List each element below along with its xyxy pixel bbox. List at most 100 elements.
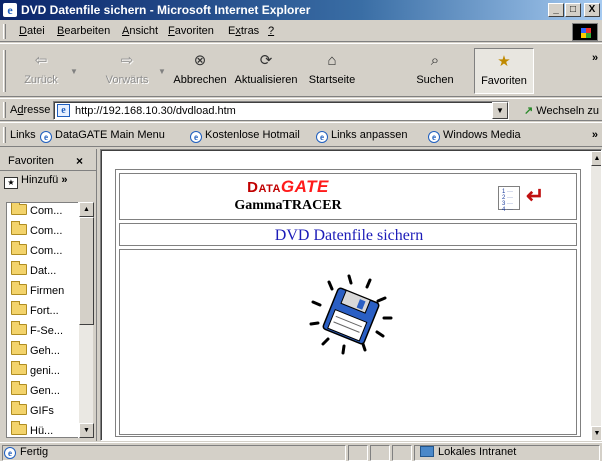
page-header: DataGATE GammaTRACER 1 ··· 2 ··· 3 ··· 4 ··… xyxy=(119,173,577,220)
window-title: DVD Datenfile sichern - Microsoft Intern… xyxy=(21,3,311,17)
datagate-logo: DataGATE xyxy=(247,177,329,196)
add-favorite-icon: ★ xyxy=(4,177,18,189)
search-icon: ⌕ xyxy=(430,52,440,69)
content-scroll-up-icon[interactable]: ▲ xyxy=(591,151,601,166)
ie-icon[interactable]: e xyxy=(3,3,17,17)
menu-bar: Datei Bearbeiten Ansicht Favoriten Extra… xyxy=(0,21,602,42)
favorites-title: Favoriten xyxy=(8,155,54,167)
menu-favoriten[interactable]: Favoriten xyxy=(168,25,214,37)
menu-help[interactable]: ? xyxy=(268,25,274,37)
folder-icon xyxy=(11,321,27,335)
refresh-icon: ⟳ xyxy=(259,52,273,69)
link-datagate-main-menu[interactable]: e DataGATE Main Menu xyxy=(40,129,165,143)
ie-page-icon: e xyxy=(40,131,52,143)
menu-datei[interactable]: Datei xyxy=(19,25,45,37)
favorites-list: Com... Com... Com... Dat... Firmen Fort.… xyxy=(6,202,80,438)
favorites-more-chevron[interactable]: » xyxy=(61,174,67,186)
page-icon: e xyxy=(57,104,70,117)
menu-list-icon[interactable]: 1 ··· 2 ··· 3 ··· 4 ··· xyxy=(498,186,520,213)
page-title-row: DVD Datenfile sichern xyxy=(119,223,577,246)
favorites-close-icon[interactable]: × xyxy=(76,154,83,168)
page-content: DataGATE GammaTRACER 1 ··· 2 ··· 3 ··· 4 ··… xyxy=(100,149,602,441)
link-kostenlose-hotmail[interactable]: e Kostenlose Hotmail xyxy=(190,129,300,143)
ie-page-icon: e xyxy=(428,131,440,143)
home-button[interactable]: ⌂ Startseite xyxy=(304,48,360,94)
ie-page-icon: e xyxy=(190,131,202,143)
status-panel-empty xyxy=(370,445,390,461)
windows-logo-icon xyxy=(572,23,598,41)
link-windows-media[interactable]: e Windows Media xyxy=(428,129,521,143)
security-zone[interactable]: Lokales Intranet xyxy=(420,446,516,458)
favorites-scrollbar[interactable]: ▲ ▼ xyxy=(78,202,94,438)
favorite-folder[interactable]: Hü... xyxy=(11,421,53,437)
folder-icon xyxy=(11,301,27,315)
status-bar: e Fertig Lokales Intranet xyxy=(0,442,602,461)
links-bar: Links e DataGATE Main Menu e Kostenlose Ho… xyxy=(0,122,602,147)
favorites-scroll-thumb[interactable] xyxy=(79,217,94,325)
minimize-button[interactable]: _ xyxy=(548,3,564,17)
intranet-icon xyxy=(420,446,434,457)
go-arrow-icon: ↗ xyxy=(524,105,534,117)
content-scroll-down-icon[interactable]: ▼ xyxy=(591,426,601,440)
folder-icon xyxy=(11,221,27,235)
status-panel-empty xyxy=(348,445,368,461)
address-label: Adresse xyxy=(10,104,51,116)
links-label: Links xyxy=(10,129,36,141)
standard-toolbar: ⇦ Zurück ▼ ⇨ Vorwärts ▼ ⊗ Abbrechen ⟳ Ak… xyxy=(0,43,602,97)
links-grip[interactable] xyxy=(3,127,6,143)
folder-icon xyxy=(11,203,27,215)
address-grip[interactable] xyxy=(3,102,6,118)
menu-bearbeiten[interactable]: Bearbeiten xyxy=(57,25,110,37)
page-layout-table: DataGATE GammaTRACER 1 ··· 2 ··· 3 ··· 4 ··… xyxy=(115,169,581,437)
search-button[interactable]: ⌕ Suchen xyxy=(410,48,460,94)
scroll-down-icon[interactable]: ▼ xyxy=(79,423,94,438)
favorites-pane: Favoriten × ★ Hinzufü » Com... Com... Com… xyxy=(0,149,97,441)
maximize-button[interactable]: □ xyxy=(565,3,581,17)
folder-icon xyxy=(11,261,27,275)
folder-icon xyxy=(11,401,27,415)
forward-button[interactable]: ⇨ Vorwärts xyxy=(96,48,158,94)
menu-extras[interactable]: Extras xyxy=(228,25,259,37)
product-name: GammaTRACER xyxy=(234,198,342,213)
page-main xyxy=(119,249,577,435)
go-button[interactable]: ↗ Wechseln zu xyxy=(524,104,599,117)
address-input[interactable]: e http://192.168.10.30/dvdload.htm ▼ xyxy=(53,101,509,120)
close-button[interactable]: X xyxy=(584,3,600,17)
return-arrow-icon[interactable]: ↵ xyxy=(526,184,544,208)
folder-icon xyxy=(11,381,27,395)
menu-grip[interactable] xyxy=(3,24,6,39)
forward-arrow-icon: ⇨ xyxy=(120,52,134,69)
page-title: DVD Datenfile sichern xyxy=(274,227,424,244)
status-panel-empty xyxy=(392,445,412,461)
folder-icon xyxy=(11,341,27,355)
scroll-up-icon[interactable]: ▲ xyxy=(79,202,94,217)
ie-page-icon: e xyxy=(316,131,328,143)
back-button[interactable]: ⇦ Zurück xyxy=(14,48,68,94)
refresh-button[interactable]: ⟳ Aktualisieren xyxy=(232,48,300,94)
address-url[interactable]: http://192.168.10.30/dvdload.htm xyxy=(75,105,236,117)
floppy-disk-icon xyxy=(309,274,393,355)
folder-icon xyxy=(11,361,27,375)
folder-icon xyxy=(11,281,27,295)
stop-button[interactable]: ⊗ Abbrechen xyxy=(168,48,232,94)
link-links-anpassen[interactable]: e Links anpassen xyxy=(316,129,407,143)
title-bar[interactable]: e DVD Datenfile sichern - Microsoft Inte… xyxy=(0,0,602,20)
back-dropdown-icon[interactable]: ▼ xyxy=(70,67,78,76)
folder-icon xyxy=(11,421,27,435)
folder-icon xyxy=(11,241,27,255)
toolbar-more-chevron[interactable]: » xyxy=(592,52,598,64)
address-bar: Adresse e http://192.168.10.30/dvdload.h… xyxy=(0,98,602,121)
forward-dropdown-icon[interactable]: ▼ xyxy=(158,67,166,76)
menu-ansicht[interactable]: Ansicht xyxy=(122,25,158,37)
status-page-icon: e xyxy=(4,447,16,459)
favorites-header: Favoriten × xyxy=(0,149,97,171)
favorites-button[interactable]: ★ Favoriten xyxy=(474,48,534,94)
home-icon: ⌂ xyxy=(327,52,337,69)
links-more-chevron[interactable]: » xyxy=(592,129,598,141)
stop-icon: ⊗ xyxy=(193,52,207,69)
back-arrow-icon: ⇦ xyxy=(34,52,48,69)
address-dropdown-icon[interactable]: ▼ xyxy=(492,102,508,119)
content-scrollbar[interactable]: ▲ ▼ xyxy=(591,151,601,440)
toolbar-grip[interactable] xyxy=(3,50,6,92)
add-favorite-button[interactable]: ★ Hinzufü » xyxy=(4,174,94,189)
